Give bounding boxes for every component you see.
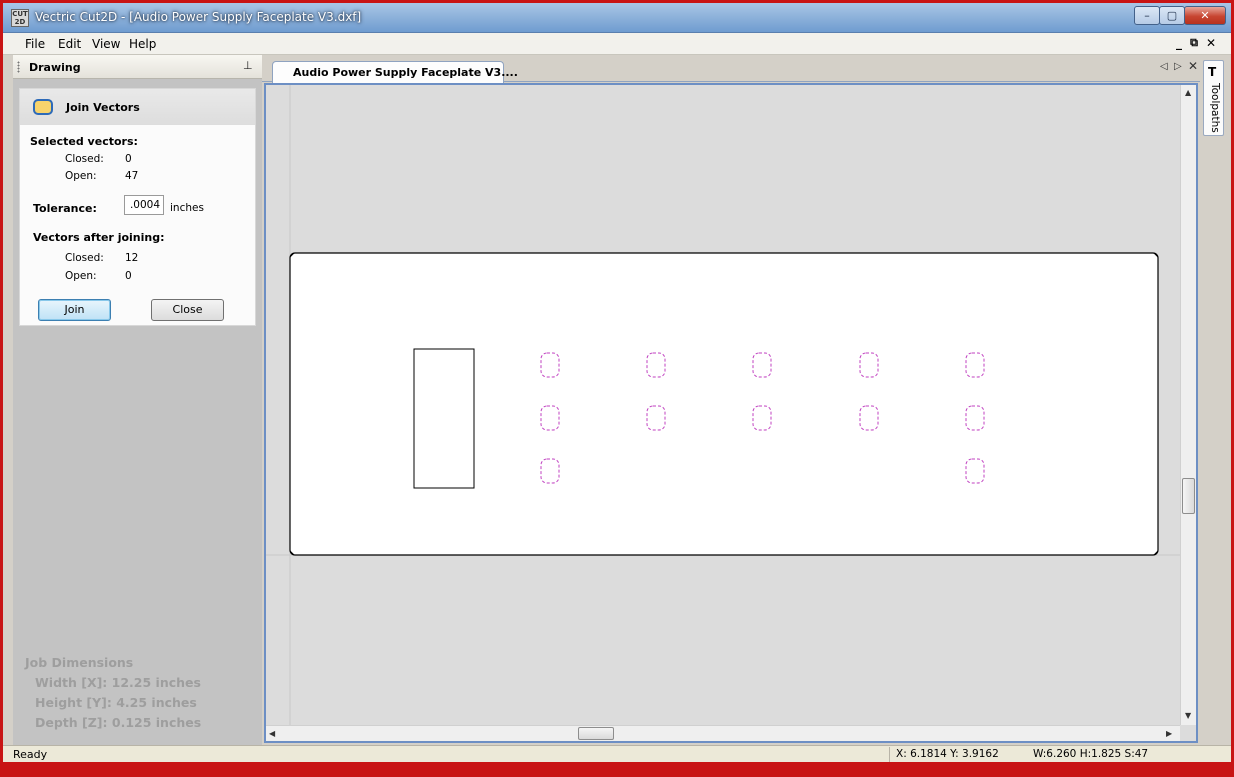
document-area: Audio Power Supply Faceplate V3.... ◁ ▷ …: [262, 55, 1200, 745]
horizontal-scroll-thumb[interactable]: [578, 727, 614, 740]
close-window-button[interactable]: ✕: [1184, 6, 1226, 25]
selected-open-value: 47: [125, 170, 139, 182]
scroll-left-icon[interactable]: ◀: [269, 729, 275, 738]
drawing-canvas-frame: ▲ ▼ ◀ ▶: [264, 83, 1198, 743]
scroll-right-icon[interactable]: ▶: [1166, 729, 1172, 738]
selected-vectors-label: Selected vectors:: [30, 135, 138, 148]
job-depth: Depth [Z]: 0.125 inches: [35, 715, 202, 730]
drawing-svg: [266, 85, 1180, 725]
menu-edit[interactable]: Edit: [58, 37, 81, 51]
document-tab-label: Audio Power Supply Faceplate V3....: [293, 66, 518, 79]
after-open-value: 0: [125, 270, 132, 282]
join-vectors-title: Join Vectors: [66, 101, 140, 114]
job-material-outline: [289, 252, 1159, 556]
status-ready: Ready: [13, 748, 48, 761]
drawing-panel-header: Drawing ⊥: [13, 55, 262, 79]
selected-closed-value: 0: [125, 153, 132, 165]
selected-closed-label: Closed:: [65, 153, 104, 165]
vectors-after-joining-label: Vectors after joining:: [33, 231, 165, 244]
toolpaths-icon: T: [1208, 65, 1217, 79]
tolerance-label: Tolerance:: [33, 202, 97, 215]
tab-scroll-right-icon[interactable]: ▷: [1174, 61, 1182, 72]
join-button[interactable]: Join: [38, 299, 111, 321]
toolpaths-tab[interactable]: T Toolpaths: [1203, 60, 1224, 136]
window-title: Vectric Cut2D - [Audio Power Supply Face…: [35, 10, 362, 24]
toolpaths-label: Toolpaths: [1209, 83, 1221, 133]
close-button[interactable]: Close: [151, 299, 224, 321]
job-dimensions: Job Dimensions Width [X]: 12.25 inches H…: [25, 653, 201, 733]
menu-view[interactable]: View: [92, 37, 120, 51]
after-open-label: Open:: [65, 270, 97, 282]
status-coordinates: X: 6.1814 Y: 3.9162: [896, 748, 999, 760]
drawing-canvas[interactable]: [266, 85, 1180, 725]
vertical-scrollbar[interactable]: ▲ ▼: [1180, 85, 1196, 725]
job-height: Height [Y]: 4.25 inches: [35, 695, 197, 710]
tab-scroll-left-icon[interactable]: ◁: [1160, 61, 1168, 72]
app-icon: CUT 2D: [11, 9, 29, 27]
tab-close-icon[interactable]: ✕: [1188, 59, 1198, 73]
tolerance-unit: inches: [170, 202, 204, 214]
panel-grip-icon[interactable]: [17, 61, 20, 73]
join-vectors-header: Join Vectors: [20, 89, 255, 125]
document-minimize-button[interactable]: _: [1172, 36, 1186, 50]
status-bar: Ready X: 6.1814 Y: 3.9162 W:6.260 H:1.82…: [3, 745, 1231, 762]
menu-file[interactable]: File: [25, 37, 45, 51]
horizontal-scrollbar[interactable]: ◀ ▶: [266, 725, 1180, 741]
menu-help[interactable]: Help: [129, 37, 156, 51]
window-bottom-border: [3, 762, 1231, 774]
scroll-down-icon[interactable]: ▼: [1185, 711, 1191, 720]
status-separator: [889, 747, 890, 762]
scroll-up-icon[interactable]: ▲: [1185, 88, 1191, 97]
document-tab[interactable]: Audio Power Supply Faceplate V3....: [272, 61, 518, 83]
after-closed-value: 12: [125, 252, 139, 264]
minimize-button[interactable]: –: [1134, 6, 1160, 25]
tolerance-input[interactable]: [124, 195, 164, 215]
title-bar[interactable]: CUT 2D Vectric Cut2D - [Audio Power Supp…: [3, 3, 1231, 33]
document-restore-button[interactable]: ⧉: [1187, 36, 1201, 50]
right-dock: T Toolpaths: [1200, 55, 1231, 745]
join-vectors-icon: [33, 99, 53, 115]
drawing-panel: Drawing ⊥ Join Vectors Selected vectors:…: [13, 55, 262, 745]
status-selection-dimensions: W:6.260 H:1.825 S:47: [1033, 748, 1149, 760]
drawing-panel-title: Drawing: [29, 61, 81, 74]
job-width: Width [X]: 12.25 inches: [35, 675, 201, 690]
join-vectors-form: Join Vectors Selected vectors: Closed: 0…: [19, 88, 256, 326]
app-window: CUT 2D Vectric Cut2D - [Audio Power Supp…: [0, 0, 1234, 777]
maximize-button[interactable]: ▢: [1159, 6, 1185, 25]
pin-icon[interactable]: ⊥: [243, 60, 253, 72]
vertical-scroll-thumb[interactable]: [1182, 478, 1195, 514]
after-closed-label: Closed:: [65, 252, 104, 264]
menu-bar: File Edit View Help _ ⧉ ✕: [3, 33, 1231, 55]
selected-open-label: Open:: [65, 170, 97, 182]
job-dimensions-heading: Job Dimensions: [25, 655, 134, 670]
document-close-button[interactable]: ✕: [1204, 36, 1218, 50]
document-tab-strip: Audio Power Supply Faceplate V3.... ◁ ▷ …: [262, 55, 1200, 83]
